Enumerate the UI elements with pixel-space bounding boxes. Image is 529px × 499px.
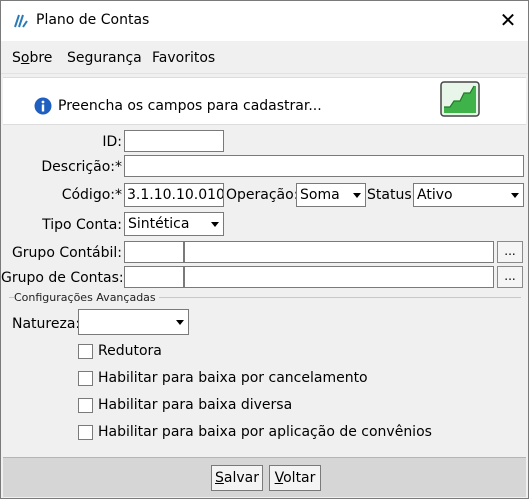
operacao-label: Operação: — [226, 187, 299, 203]
advanced-section-title: Configurações Avançadas — [14, 291, 159, 304]
tipo-conta-label: Tipo Conta: — [42, 217, 122, 233]
descricao-field[interactable] — [124, 155, 524, 177]
menu-bar: Sobre Segurança Favoritos — [1, 41, 528, 74]
natureza-label: Natureza: — [12, 316, 81, 332]
app-logo-icon — [14, 14, 28, 28]
plano-de-contas-window: Plano de Contas ✕ Sobre Segurança Favori… — [0, 0, 529, 499]
operacao-select[interactable]: Soma — [296, 183, 366, 207]
grupo-contabil-desc-field[interactable] — [184, 241, 494, 263]
grupo-contas-label: Grupo de Contas: — [1, 270, 124, 286]
id-label: ID: — [102, 134, 122, 150]
menu-sobre[interactable]: Sobre — [12, 50, 52, 66]
codigo-label: Código:* — [61, 187, 122, 203]
menu-seguranca-label: Segurança — [67, 50, 142, 66]
menu-favoritos-label: Favoritos — [152, 50, 216, 66]
descricao-label: Descrição:* — [41, 159, 122, 175]
back-button-label: Voltar — [274, 470, 316, 486]
save-button[interactable]: Salvar — [211, 465, 263, 491]
grupo-contas-desc-field[interactable] — [184, 266, 494, 288]
grupo-contabil-code-field[interactable] — [124, 241, 184, 263]
menu-favoritos[interactable]: Favoritos — [152, 50, 215, 66]
status-label: Status: — [367, 187, 417, 203]
baixa-diversa-checkbox[interactable] — [78, 398, 93, 413]
natureza-select[interactable] — [78, 309, 189, 335]
baixa-convenios-label: Habilitar para baixa por aplicação de co… — [98, 424, 432, 440]
chevron-down-icon — [511, 193, 519, 198]
grupo-contabil-label: Grupo Contábil: — [11, 245, 122, 261]
close-button[interactable]: ✕ — [497, 9, 519, 31]
baixa-cancelamento-label: Habilitar para baixa por cancelamento — [98, 370, 368, 386]
title-bar: Plano de Contas ✕ — [1, 1, 528, 41]
menu-sobre-label: Sobre — [12, 50, 53, 66]
tipo-conta-value: Sintética — [128, 216, 190, 232]
window-title: Plano de Contas — [36, 12, 150, 28]
back-button[interactable]: Voltar — [269, 465, 321, 491]
chevron-down-icon — [211, 222, 219, 227]
save-button-label: Salvar — [215, 470, 259, 486]
tipo-conta-select[interactable]: Sintética — [124, 212, 224, 236]
baixa-diversa-label: Habilitar para baixa diversa — [98, 397, 293, 413]
footer-bar: Salvar Voltar — [3, 457, 526, 497]
grupo-contabil-lookup-button[interactable]: ... — [497, 241, 523, 263]
grupo-contas-code-field[interactable] — [124, 266, 184, 288]
chevron-down-icon — [176, 320, 184, 325]
growth-chart-icon — [440, 81, 480, 117]
redutora-checkbox[interactable] — [78, 344, 93, 359]
baixa-cancelamento-checkbox[interactable] — [78, 371, 93, 386]
banner-message: Preencha os campos para cadastrar... — [58, 98, 322, 114]
status-select[interactable]: Ativo — [413, 183, 524, 207]
info-banner: Preencha os campos para cadastrar... — [3, 77, 526, 125]
info-icon — [34, 97, 52, 115]
close-icon: ✕ — [499, 8, 517, 32]
operacao-value: Soma — [300, 187, 340, 203]
baixa-convenios-checkbox[interactable] — [78, 425, 93, 440]
id-field[interactable] — [124, 130, 224, 152]
grupo-contas-lookup-button[interactable]: ... — [497, 266, 523, 288]
chevron-down-icon — [353, 193, 361, 198]
menu-seguranca[interactable]: Segurança — [67, 50, 142, 66]
codigo-field[interactable]: 3.1.10.10.010. — [124, 183, 224, 207]
status-value: Ativo — [417, 187, 453, 203]
redutora-label: Redutora — [98, 343, 162, 359]
